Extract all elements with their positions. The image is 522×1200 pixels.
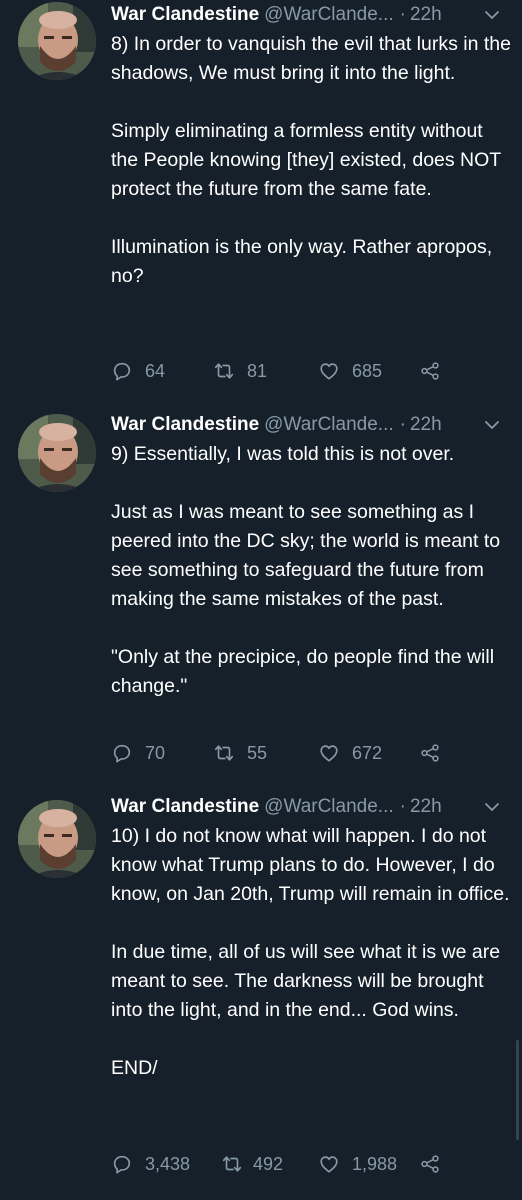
avatar[interactable] — [18, 414, 96, 492]
separator-dot: · — [399, 4, 406, 25]
chevron-down-icon[interactable] — [483, 416, 501, 434]
tweet-time[interactable]: 22h — [410, 796, 442, 817]
author-handle[interactable]: @WarClande... — [264, 4, 393, 25]
tweet-actions: 64 81 685 — [111, 359, 511, 383]
share-icon — [419, 742, 441, 764]
share-button[interactable] — [419, 741, 443, 765]
chevron-down-icon[interactable] — [483, 6, 501, 24]
separator-dot: · — [399, 796, 406, 817]
share-button[interactable] — [419, 359, 443, 383]
like-count: 1,988 — [352, 1154, 398, 1174]
tweet[interactable]: War Clandestine @WarClande... · 22h 10) I d… — [0, 794, 522, 1200]
tweet-text: 8) In order to vanquish the evil that lu… — [111, 33, 511, 287]
tweet-actions: 3,438 492 1,988 — [111, 1152, 511, 1176]
tweet[interactable]: War Clandestine @WarClande... · 22h 8) In o… — [0, 0, 522, 400]
tweet-header: War Clandestine @WarClande... · 22h — [111, 412, 511, 438]
scrollbar[interactable] — [516, 1040, 519, 1140]
like-icon — [318, 742, 340, 764]
retweet-icon — [221, 1153, 243, 1175]
retweet-count: 492 — [253, 1154, 284, 1174]
tweet-time[interactable]: 22h — [410, 4, 442, 25]
tweet-actions: 70 55 672 — [111, 741, 511, 765]
chevron-down-icon[interactable] — [483, 798, 501, 816]
retweet-count: 81 — [247, 361, 268, 381]
author-handle[interactable]: @WarClande... — [264, 414, 393, 435]
author-handle[interactable]: @WarClande... — [264, 796, 393, 817]
tweet-text: 9) Essentially, I was told this is not o… — [111, 443, 501, 697]
retweet-icon — [213, 360, 235, 382]
share-icon — [419, 360, 441, 382]
like-icon — [318, 360, 340, 382]
avatar[interactable] — [18, 2, 96, 80]
like-count: 685 — [352, 361, 383, 381]
reply-icon — [111, 1153, 133, 1175]
like-count: 672 — [352, 743, 383, 763]
avatar[interactable] — [18, 800, 96, 878]
author-name[interactable]: War Clandestine — [111, 796, 259, 817]
retweet-count: 55 — [247, 743, 268, 763]
author-name[interactable]: War Clandestine — [111, 414, 259, 435]
reply-count: 64 — [145, 361, 166, 381]
retweet-icon — [213, 742, 235, 764]
reply-icon — [111, 360, 133, 382]
separator-dot: · — [399, 414, 406, 435]
reply-count: 3,438 — [145, 1154, 191, 1174]
tweet-text: 10) I do not know what will happen. I do… — [111, 825, 510, 1079]
like-icon — [318, 1153, 340, 1175]
author-name[interactable]: War Clandestine — [111, 4, 259, 25]
tweet-header: War Clandestine @WarClande... · 22h — [111, 2, 511, 28]
reply-count: 70 — [145, 743, 166, 763]
tweet[interactable]: War Clandestine @WarClande... · 22h 9) Esse… — [0, 412, 522, 802]
tweet-header: War Clandestine @WarClande... · 22h — [111, 794, 511, 820]
share-button[interactable] — [419, 1152, 443, 1176]
share-icon — [419, 1153, 441, 1175]
tweet-time[interactable]: 22h — [410, 414, 442, 435]
reply-icon — [111, 742, 133, 764]
